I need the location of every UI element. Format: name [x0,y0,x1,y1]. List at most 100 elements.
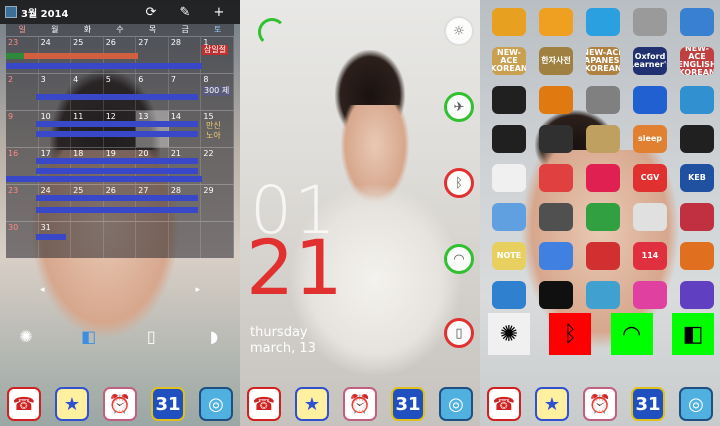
alarm-clock-icon[interactable]: ⏰ [343,387,377,421]
app-icon[interactable] [586,86,620,114]
calendar-day-cell[interactable]: 24 [39,185,72,221]
app-icon[interactable] [633,203,667,231]
calendar-day-cell[interactable]: 9 [6,111,39,147]
calendar-day-cell[interactable]: 5 [104,74,137,110]
event-bar[interactable] [36,131,198,137]
calendar-day-cell[interactable] [136,222,169,258]
app-icon[interactable] [492,8,526,36]
app-icon[interactable] [539,281,573,309]
alarm-clock-icon[interactable]: ⏰ [583,387,617,421]
calendar-day-cell[interactable]: 12 [104,111,137,147]
star-icon[interactable]: ★ [535,387,569,421]
calendar-app-icon[interactable] [5,6,17,18]
app-icon[interactable] [633,8,667,36]
app-icon[interactable]: NOTE [492,242,526,270]
calendar-day-cell[interactable] [201,222,234,258]
event-bar[interactable] [36,168,198,174]
wrench-icon[interactable]: ✎ [176,5,194,20]
app-icon[interactable]: NEW-ACE KOREAN [492,47,526,75]
calendar-day-cell[interactable]: 3 [39,74,72,110]
app-icon[interactable] [492,125,526,153]
app-icon[interactable] [633,281,667,309]
vibrate-icon[interactable]: ▯ [137,322,165,350]
calendar-day-cell[interactable]: 25 [71,185,104,221]
event-bar[interactable] [36,207,198,213]
prev-month-icon[interactable]: ◂ [40,285,45,295]
calendar-day-cell[interactable]: 2 [6,74,39,110]
calendar-day-cell[interactable]: 13 [136,111,169,147]
event-bar[interactable] [66,53,138,59]
nfc-icon[interactable]: ◗ [200,322,228,350]
app-icon[interactable]: 114 [633,242,667,270]
app-icon[interactable]: Oxford Learner's [633,47,667,75]
camera-icon[interactable]: ◎ [439,387,473,421]
phone-icon[interactable]: ☎ [487,387,521,421]
brightness-icon[interactable]: ✺ [488,313,530,355]
calendar-day-cell[interactable]: 27 [136,185,169,221]
calendar-icon[interactable]: 31 [631,387,665,421]
app-icon[interactable] [539,242,573,270]
event-bar[interactable] [36,234,66,240]
calendar-day-cell[interactable]: 22 [201,148,234,184]
event-bar[interactable] [36,94,198,100]
calendar-day-cell[interactable]: 29 [201,185,234,221]
phone-icon[interactable]: ☎ [7,387,41,421]
star-icon[interactable]: ★ [295,387,329,421]
app-icon[interactable] [492,203,526,231]
calendar-day-cell[interactable]: 10 [39,111,72,147]
phone-icon[interactable]: ☎ [247,387,281,421]
event-bar[interactable] [36,158,198,164]
calendar-day-cell[interactable] [169,222,202,258]
app-icon[interactable]: CGV [633,164,667,192]
calendar-icon[interactable]: 31 [151,387,185,421]
refresh-icon[interactable]: ⟳ [142,5,160,20]
phone-mode-icon[interactable]: ▯ [444,318,474,348]
bluetooth-icon[interactable]: ᛒ [444,168,474,198]
app-icon[interactable] [492,86,526,114]
app-icon[interactable] [539,8,573,36]
app-icon[interactable]: NEW-ACE JAPANESE KOREAN [586,47,620,75]
app-icon[interactable] [680,8,714,36]
calendar-day-cell[interactable]: 1 [201,37,234,73]
calendar-day-cell[interactable] [71,222,104,258]
calendar-day-cell[interactable] [104,222,137,258]
app-icon[interactable]: KEB [680,164,714,192]
app-icon[interactable] [586,125,620,153]
wifi-icon[interactable]: ◠ [610,313,653,355]
app-icon[interactable]: NEW-ACE ENGLISH KOREAN [680,47,714,75]
calendar-day-cell[interactable]: 6 [136,74,169,110]
calendar-day-cell[interactable]: 28 [169,185,202,221]
app-icon[interactable]: sleep [633,125,667,153]
calendar-day-cell[interactable]: 14 [169,111,202,147]
brightness-icon[interactable]: ✺ [12,322,40,350]
app-icon[interactable]: 한자사전 [539,47,573,75]
brightness-icon[interactable]: ☼ [444,16,474,46]
event-bar[interactable] [6,63,202,69]
app-icon[interactable] [492,164,526,192]
app-icon[interactable] [680,125,714,153]
app-icon[interactable] [680,203,714,231]
calendar-icon[interactable]: 31 [391,387,425,421]
calendar-day-cell[interactable]: 4 [71,74,104,110]
app-icon[interactable] [633,86,667,114]
bluetooth-icon[interactable]: ᛒ [549,313,592,355]
app-icon[interactable] [539,86,573,114]
star-icon[interactable]: ★ [55,387,89,421]
event-bar[interactable] [36,121,198,127]
app-icon[interactable] [586,203,620,231]
rotate-icon[interactable]: ◧ [671,313,714,355]
calendar-day-cell[interactable]: 7 [169,74,202,110]
event-bar[interactable] [6,176,202,182]
next-month-icon[interactable]: ▸ [195,285,200,295]
app-icon[interactable] [492,281,526,309]
add-event-icon[interactable]: + [210,5,228,20]
app-icon[interactable] [680,242,714,270]
app-icon[interactable] [680,86,714,114]
app-icon[interactable] [586,242,620,270]
app-icon[interactable] [586,8,620,36]
app-icon[interactable] [539,203,573,231]
airplane-mode-icon[interactable]: ✈ [444,92,474,122]
calendar-day-cell[interactable]: 31 [39,222,72,258]
camera-icon[interactable]: ◎ [679,387,713,421]
camera-icon[interactable]: ◎ [199,387,233,421]
